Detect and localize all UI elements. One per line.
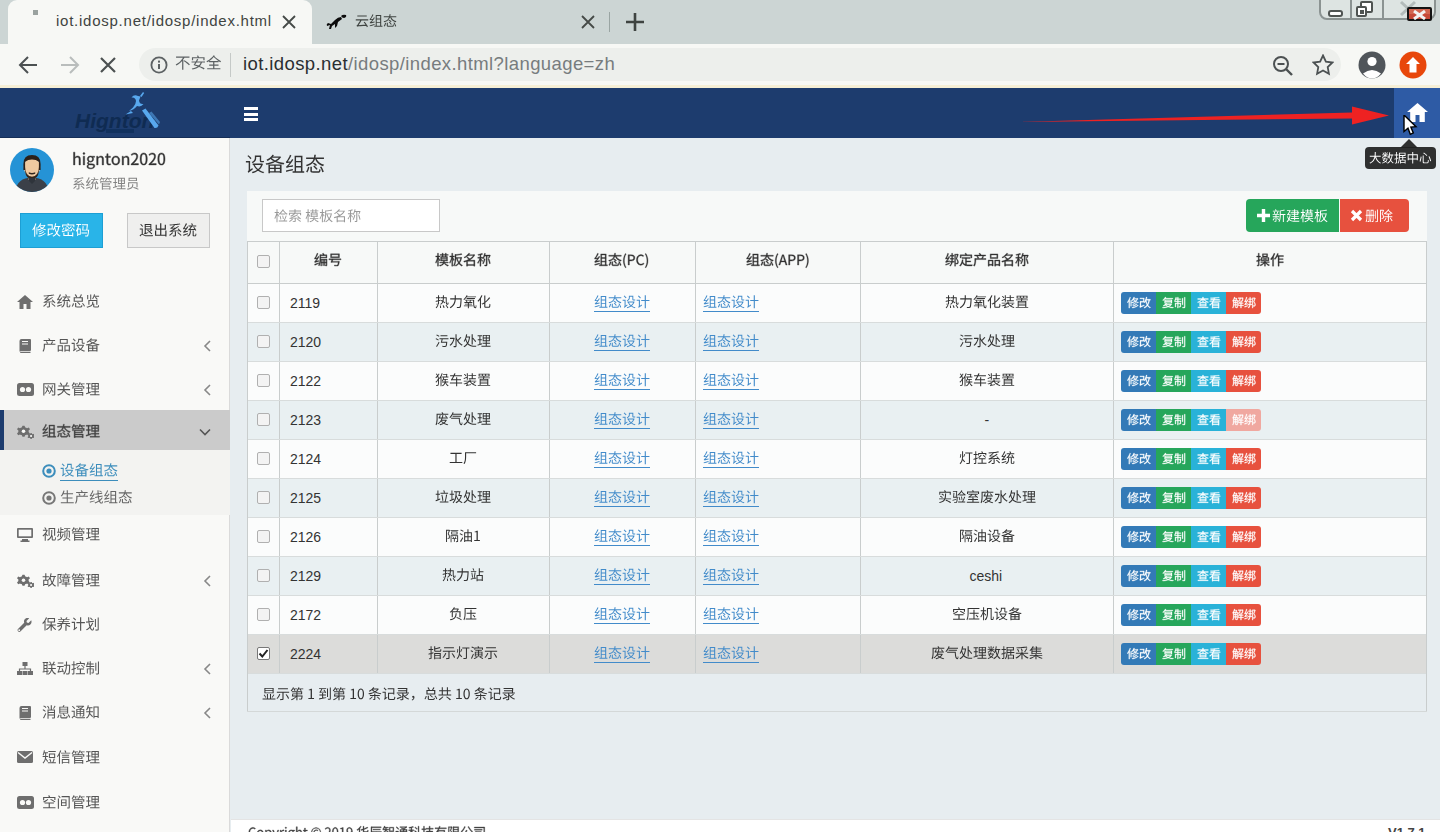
svg-text:Hignton: Hignton <box>75 109 154 132</box>
